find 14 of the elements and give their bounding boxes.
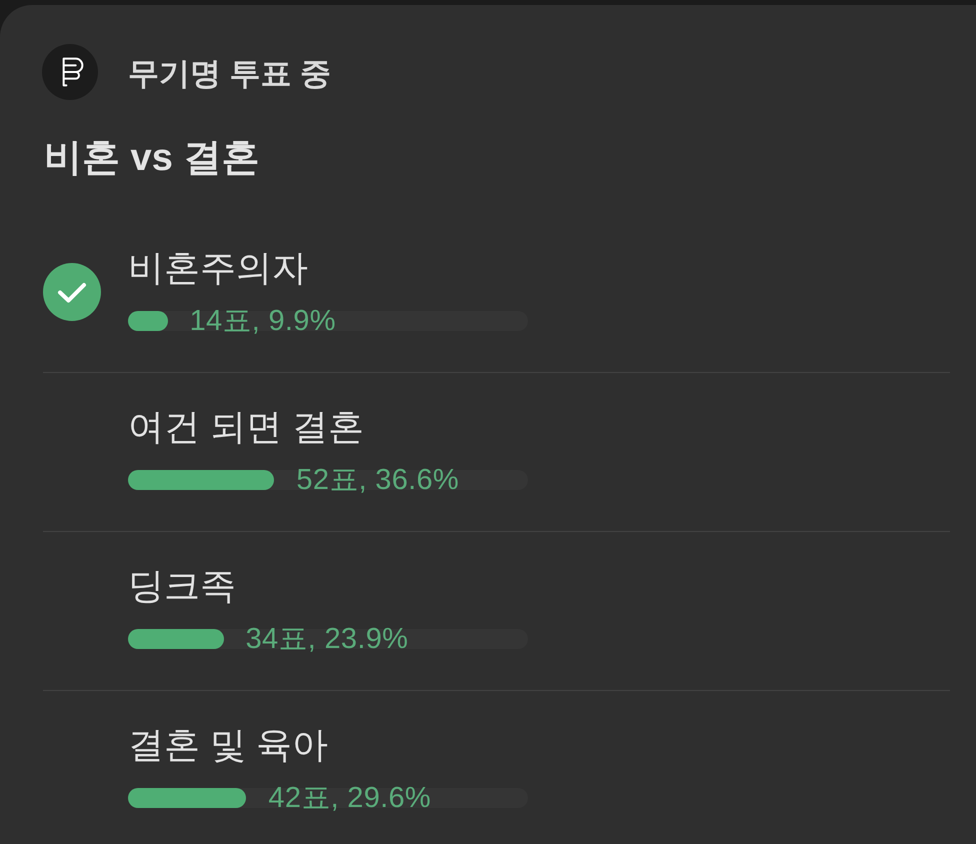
option-label: 비혼주의자 [128, 246, 308, 290]
poll-title: 비혼 vs 결혼 [44, 136, 260, 181]
poll-option[interactable]: 여건 되면 결혼 52표, 36.6% [43, 372, 950, 531]
option-label: 여건 되면 결혼 [128, 405, 364, 449]
poll-option[interactable]: 비혼주의자 14표, 9.9% [43, 214, 950, 372]
vote-result: 14표, 9.9% [190, 304, 336, 338]
option-label: 결혼 및 육아 [128, 723, 328, 767]
poll-option[interactable]: 딩크족 34표, 23.9% [43, 531, 950, 690]
poll-option[interactable]: 결혼 및 육아 42표, 29.6% [43, 690, 950, 844]
vote-result: 34표, 23.9% [246, 622, 408, 656]
vote-result: 52표, 36.6% [296, 463, 460, 497]
poll-status: 무기명 투표 중 [128, 55, 332, 93]
vote-result: 42표, 29.6% [268, 781, 432, 815]
option-label: 딩크족 [128, 564, 236, 608]
